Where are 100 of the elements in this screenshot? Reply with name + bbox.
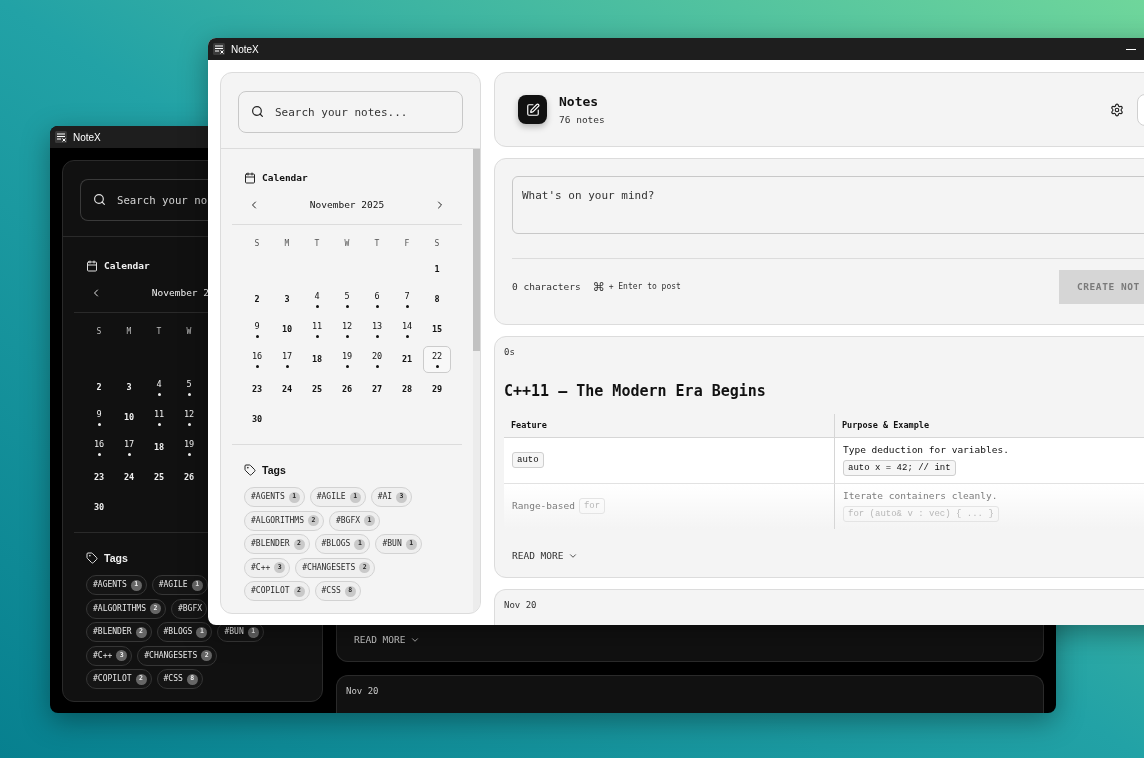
tag-icon bbox=[86, 552, 98, 564]
shortcut-hint: + Enter to post bbox=[608, 281, 681, 293]
weekday-label: M bbox=[284, 237, 290, 250]
weekday-label: S bbox=[96, 325, 102, 338]
inline-code: auto bbox=[512, 452, 544, 468]
minimize-icon[interactable] bbox=[1126, 48, 1136, 50]
calendar-day[interactable]: 12 bbox=[175, 403, 203, 431]
calendar-day[interactable]: 24 bbox=[115, 463, 143, 491]
calendar-day[interactable]: 3 bbox=[115, 373, 143, 401]
calendar-day[interactable]: 28 bbox=[393, 375, 421, 403]
note-date: Nov 20 bbox=[504, 600, 538, 611]
search-icon bbox=[93, 193, 106, 206]
calendar-day[interactable]: 17 bbox=[115, 433, 143, 461]
window-title: NoteX bbox=[73, 130, 101, 145]
calendar-icon bbox=[86, 260, 98, 272]
calendar-day[interactable]: 14 bbox=[393, 315, 421, 343]
calendar-day[interactable]: 12 bbox=[333, 315, 361, 343]
settings-icon bbox=[1110, 102, 1124, 117]
note-count: 76 notes bbox=[559, 113, 605, 126]
calendar-day[interactable]: 10 bbox=[273, 315, 301, 343]
weekday-label: T bbox=[314, 237, 320, 250]
calendar-day[interactable]: 22 bbox=[423, 345, 451, 373]
weekday-label: F bbox=[404, 237, 410, 250]
section-heading: Calendar bbox=[104, 259, 150, 273]
calendar-day[interactable]: 2 bbox=[85, 373, 113, 401]
calendar-day[interactable]: 10 bbox=[115, 403, 143, 431]
weekday-label: M bbox=[126, 325, 132, 338]
calendar-day[interactable]: 20 bbox=[363, 345, 391, 373]
section-heading: Tags bbox=[262, 463, 286, 477]
read-more-button[interactable]: READ MORE bbox=[512, 549, 579, 563]
calendar-day[interactable]: 16 bbox=[85, 433, 113, 461]
calendar-day[interactable]: 21 bbox=[393, 345, 421, 373]
calendar-day[interactable]: 2 bbox=[243, 285, 271, 313]
month-label: November 2025 bbox=[309, 198, 385, 210]
calendar-day[interactable]: 8 bbox=[423, 285, 451, 313]
calendar-day[interactable]: 30 bbox=[85, 493, 113, 521]
calendar-day[interactable]: 30 bbox=[243, 405, 271, 433]
calendar-day[interactable]: 3 bbox=[273, 285, 301, 313]
calendar-day[interactable]: 25 bbox=[303, 375, 331, 403]
app-icon bbox=[55, 131, 67, 143]
calendar-day[interactable]: 1 bbox=[423, 255, 451, 283]
calendar-day[interactable]: 5 bbox=[333, 285, 361, 313]
calendar-day[interactable]: 9 bbox=[85, 403, 113, 431]
weekday-label: S bbox=[254, 237, 260, 250]
cell-text: Range-based bbox=[512, 500, 575, 512]
calendar-day[interactable]: 5 bbox=[175, 373, 203, 401]
tag-chip[interactable]: #BGFX bbox=[171, 598, 208, 619]
calendar-day[interactable]: 16 bbox=[243, 345, 271, 373]
column-header: Feature bbox=[511, 419, 547, 432]
section-heading: Tags bbox=[104, 551, 128, 565]
calendar-day[interactable]: 24 bbox=[273, 375, 301, 403]
weekday-label: W bbox=[186, 325, 192, 338]
calendar-day[interactable]: 18 bbox=[303, 345, 331, 373]
note-title: C++11 – The Modern Era Begins bbox=[504, 382, 767, 400]
app-icon bbox=[213, 43, 225, 55]
calendar-day[interactable]: 27 bbox=[363, 375, 391, 403]
scrollbar-thumb[interactable] bbox=[473, 149, 480, 351]
calendar-day[interactable]: 19 bbox=[333, 345, 361, 373]
weekday-label: S bbox=[434, 237, 440, 250]
search-field[interactable]: Search your no bbox=[80, 179, 209, 221]
weekday-label: T bbox=[156, 325, 162, 338]
calendar-icon bbox=[244, 172, 256, 184]
note-input[interactable]: What's on your mind? bbox=[512, 176, 1144, 234]
calendar-day[interactable]: 23 bbox=[85, 463, 113, 491]
calendar-day[interactable]: 11 bbox=[145, 403, 173, 431]
inline-code: for bbox=[578, 498, 606, 514]
note-date: 0s bbox=[504, 347, 516, 358]
calendar-day[interactable]: 4 bbox=[303, 285, 331, 313]
calendar-day[interactable]: 19 bbox=[175, 433, 203, 461]
calendar-day[interactable]: 7 bbox=[393, 285, 421, 313]
calendar-day[interactable]: 4 bbox=[145, 373, 173, 401]
calendar-day[interactable]: 25 bbox=[145, 463, 173, 491]
calendar-day[interactable]: 17 bbox=[273, 345, 301, 373]
window-title: NoteX bbox=[231, 42, 259, 57]
inline-code: auto x = 42; // int bbox=[843, 460, 956, 476]
calendar-day[interactable]: 23 bbox=[243, 375, 271, 403]
note-date: Nov 20 bbox=[346, 686, 380, 697]
calendar-day[interactable]: 11 bbox=[303, 315, 331, 343]
calendar-day[interactable]: 13 bbox=[363, 315, 391, 343]
chevron-down-icon bbox=[410, 635, 421, 645]
weekday-label: T bbox=[374, 237, 380, 250]
cell-text: Iterate containers cleanly. bbox=[843, 490, 998, 502]
search-icon bbox=[251, 105, 264, 118]
section-heading: Calendar bbox=[262, 171, 308, 185]
page-title: Notes bbox=[559, 93, 600, 110]
calendar-day[interactable]: 6 bbox=[363, 285, 391, 313]
calendar-day[interactable]: 29 bbox=[423, 375, 451, 403]
calendar-day[interactable]: 26 bbox=[333, 375, 361, 403]
calendar-day[interactable]: 26 bbox=[175, 463, 203, 491]
character-count: 0 characters bbox=[512, 279, 581, 294]
month-label: November 2 bbox=[151, 286, 210, 298]
column-header: Purpose & Example bbox=[842, 419, 929, 432]
cell-text: Type deduction for variables. bbox=[843, 444, 1009, 456]
shortcut-key: ⌘ bbox=[592, 278, 605, 296]
chevron-down-icon bbox=[568, 551, 579, 561]
weekday-label: W bbox=[344, 237, 350, 250]
calendar-day[interactable]: 15 bbox=[423, 315, 451, 343]
read-more-button[interactable]: READ MORE bbox=[354, 633, 421, 647]
calendar-day[interactable]: 18 bbox=[145, 433, 173, 461]
calendar-day[interactable]: 9 bbox=[243, 315, 271, 343]
